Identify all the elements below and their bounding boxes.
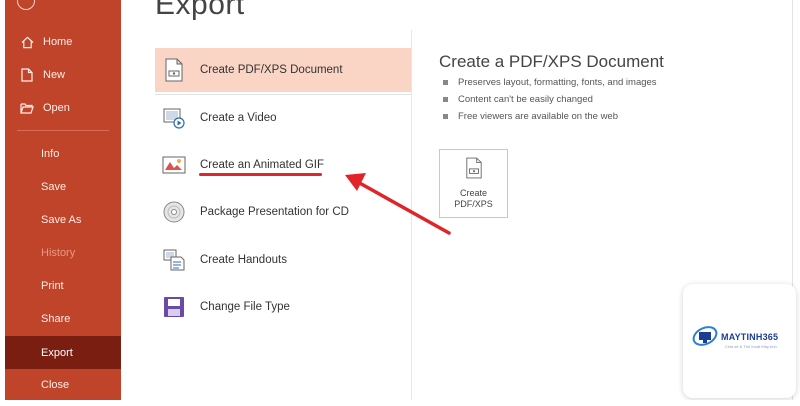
change-file-type-icon [161,294,187,320]
handouts-icon [161,247,187,273]
export-option-pdf-xps[interactable]: Create PDF/XPS Document [155,48,411,92]
options-divider [155,94,411,95]
animated-gif-icon [161,152,187,178]
nav-export[interactable]: Export [5,336,121,369]
bullet-square-icon [443,97,448,102]
detail-title: Create a PDF/XPS Document [439,52,664,71]
backstage-sidebar: Home New Open Info Save Save As History … [5,0,121,406]
nav-open[interactable]: Open [5,93,121,123]
home-icon [19,34,35,50]
create-pdf-xps-button[interactable]: Create PDF/XPS [439,149,508,218]
export-option-animated-gif[interactable]: Create an Animated GIF [155,143,411,187]
pdf-document-icon [465,157,483,184]
nav-save-as[interactable]: Save As [5,205,121,235]
create-button-label-line2: PDF/XPS [454,199,493,209]
watermark-brand: MAYTINH365 [721,332,779,342]
cd-disc-icon [161,199,187,225]
page-bottom-edge [0,400,800,406]
nav-print[interactable]: Print [5,271,121,301]
bullet-square-icon [443,114,448,119]
page-title: Export [155,0,245,21]
nav-home[interactable]: Home [5,27,121,57]
nav-info[interactable]: Info [5,139,121,169]
panel-divider [411,30,412,406]
new-document-icon [19,67,35,83]
pdf-document-icon [161,57,187,83]
detail-bullet: Preserves layout, formatting, fonts, and… [443,77,657,88]
export-option-package-cd[interactable]: Package Presentation for CD [155,190,411,234]
back-arrow-icon[interactable] [17,0,35,10]
detail-bullet: Content can't be easily changed [443,94,593,105]
nav-save[interactable]: Save [5,172,121,202]
video-icon [161,105,187,131]
export-option-handouts[interactable]: Create Handouts [155,238,411,282]
watermark-tagline: Chia sẻ & Thủ thuật Máy tính [725,344,777,349]
maytinh365-logo-icon [692,326,718,346]
bullet-square-icon [443,80,448,85]
watermark-card: MAYTINH365 Chia sẻ & Thủ thuật Máy tính [683,284,796,398]
folder-open-icon [19,100,35,116]
annotation-underline [199,173,322,176]
nav-history[interactable]: History [5,238,121,268]
create-button-label-line1: Create [459,188,487,198]
export-option-video[interactable]: Create a Video [155,96,411,140]
detail-bullet: Free viewers are available on the web [443,111,618,122]
nav-close[interactable]: Close [5,370,121,400]
export-option-change-file-type[interactable]: Change File Type [155,285,411,329]
nav-divider [17,130,109,131]
powerpoint-export-backstage: Home New Open Info Save Save As History … [0,0,800,406]
nav-new[interactable]: New [5,60,121,90]
nav-share[interactable]: Share [5,304,121,334]
